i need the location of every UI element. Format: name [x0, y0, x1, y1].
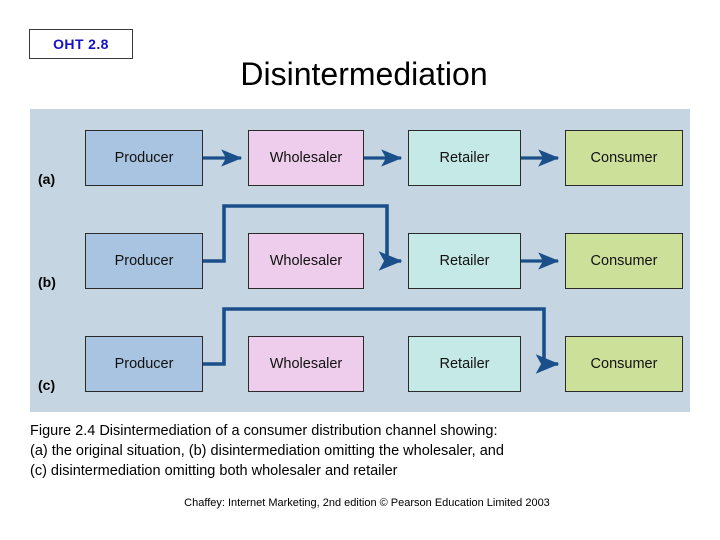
page-title: Disintermediation: [240, 56, 488, 92]
node-b-producer: Producer: [85, 233, 203, 289]
node-c-retailer: Retailer: [408, 336, 521, 392]
node-a-retailer: Retailer: [408, 130, 521, 186]
diagram-panel: (a) (b) (c) Producer Wholesaler Retailer…: [30, 109, 690, 412]
row-label-b: (b): [38, 274, 56, 290]
figure-caption: Figure 2.4 Disintermediation of a consum…: [30, 421, 670, 481]
node-b-retailer: Retailer: [408, 233, 521, 289]
figure-caption-line-3: (c) disintermediation omitting both whol…: [30, 463, 398, 479]
node-b-consumer: Consumer: [565, 233, 683, 289]
node-b-wholesaler: Wholesaler: [248, 233, 364, 289]
node-a-wholesaler: Wholesaler: [248, 130, 364, 186]
figure-caption-line-1: Figure 2.4 Disintermediation of a consum…: [30, 423, 498, 439]
oht-badge: OHT 2.8: [29, 29, 133, 59]
node-c-consumer: Consumer: [565, 336, 683, 392]
node-c-producer: Producer: [85, 336, 203, 392]
node-a-consumer: Consumer: [565, 130, 683, 186]
oht-badge-label: OHT 2.8: [53, 36, 109, 52]
footer-credit: Chaffey: Internet Marketing, 2nd edition…: [184, 497, 550, 509]
figure-caption-line-2: (a) the original situation, (b) disinter…: [30, 443, 504, 459]
row-label-a: (a): [38, 171, 56, 187]
node-a-producer: Producer: [85, 130, 203, 186]
node-c-wholesaler: Wholesaler: [248, 336, 364, 392]
row-label-c: (c): [38, 377, 56, 393]
